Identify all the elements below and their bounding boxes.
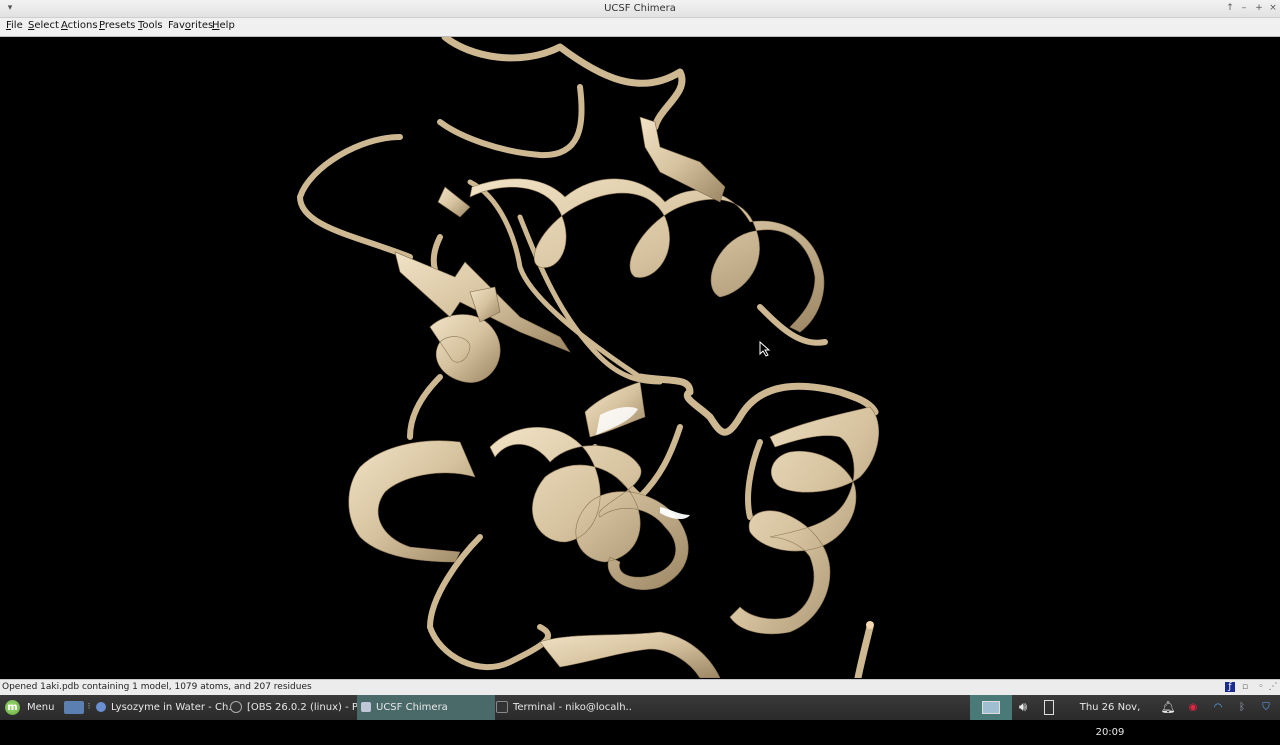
keep-above-icon[interactable]: ↑ — [1224, 2, 1236, 14]
start-menu-button[interactable]: m Menu — [0, 695, 58, 720]
command-line-icon[interactable]: ƒ — [1225, 682, 1235, 692]
workspace-switcher[interactable] — [970, 695, 1012, 720]
window-titlebar[interactable]: ▾ UCSF Chimera ↑ – + × — [0, 0, 1280, 18]
taskbar: m Menu ⁝ Lysozyme in Water - Ch... [OBS … — [0, 695, 1280, 738]
protein-ribbon-view — [297, 37, 880, 678]
helices — [348, 178, 880, 678]
mint-logo-icon: m — [5, 700, 20, 715]
task-obs[interactable]: [OBS 26.0.2 (linux) - Pr... — [226, 695, 360, 720]
status-icon-3[interactable]: ◦ — [1256, 682, 1266, 692]
menu-favorites[interactable]: Favorites — [168, 20, 213, 31]
workspace-icon — [982, 700, 1000, 714]
obs-icon — [230, 701, 242, 713]
shield-icon[interactable]: ⛉ — [1258, 695, 1274, 720]
menu-file[interactable]: File — [6, 20, 23, 31]
terminal-icon — [496, 701, 508, 713]
menu-bar: File Select Actions Presets Tools Favori… — [0, 18, 1280, 37]
show-desktop-icon[interactable] — [64, 701, 84, 714]
menu-tools[interactable]: Tools — [138, 20, 163, 31]
menu-select[interactable]: Select — [28, 20, 59, 31]
minimize-button[interactable]: – — [1238, 2, 1250, 14]
status-message: Opened 1aki.pdb containing 1 model, 1079… — [2, 682, 312, 692]
status-bar: Opened 1aki.pdb containing 1 model, 1079… — [0, 679, 1280, 696]
task-browser[interactable]: Lysozyme in Water - Ch... — [92, 695, 231, 720]
battery-icon[interactable] — [1040, 695, 1058, 720]
pointer-icon — [759, 340, 771, 357]
clock[interactable]: Thu 26 Nov, 20:09 — [1064, 695, 1156, 738]
graphics-viewport[interactable] — [0, 37, 1280, 678]
task-terminal[interactable]: Terminal - niko@localh... — [492, 695, 631, 720]
chimera-icon — [361, 702, 371, 712]
browser-icon — [96, 702, 106, 712]
close-button[interactable]: × — [1267, 2, 1279, 14]
notifications-icon[interactable]: 🔔︎ — [1160, 695, 1176, 720]
status-icon-2[interactable]: ▫ — [1240, 682, 1250, 692]
task-chimera[interactable]: UCSF Chimera — [357, 695, 495, 720]
bluetooth-icon[interactable]: ᛒ — [1234, 695, 1250, 720]
network-icon[interactable]: ◠ — [1210, 695, 1226, 720]
size-grip-icon[interactable]: ⋰ — [1268, 682, 1278, 692]
coil-segments — [297, 37, 879, 678]
updates-icon[interactable]: ◉ — [1185, 695, 1201, 720]
menu-presets[interactable]: Presets — [99, 20, 135, 31]
maximize-button[interactable]: + — [1253, 2, 1265, 14]
menu-actions[interactable]: Actions — [61, 20, 98, 31]
menu-help[interactable]: Help — [212, 20, 235, 31]
window-title: UCSF Chimera — [604, 3, 676, 14]
volume-icon[interactable]: 🔊︎ — [1013, 695, 1033, 720]
